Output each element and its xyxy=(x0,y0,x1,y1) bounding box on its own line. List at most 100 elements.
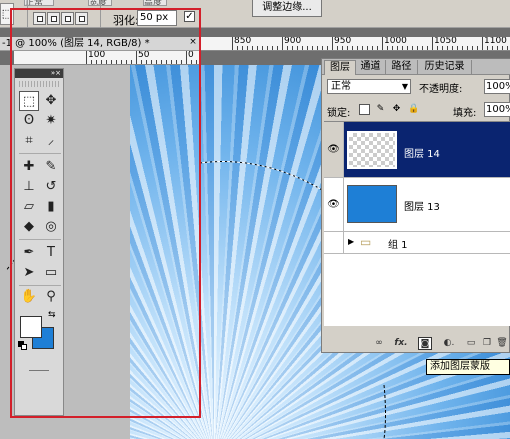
magic-wand-icon[interactable]: ✷ xyxy=(41,111,61,131)
link-icon[interactable]: ∞ xyxy=(372,337,386,350)
rect-marquee-icon[interactable]: ⬚ xyxy=(19,91,39,111)
blur-icon[interactable]: ◆ xyxy=(19,217,39,237)
dodge-icon[interactable]: ◎ xyxy=(41,217,61,237)
ruler-tick xyxy=(472,46,473,50)
divider xyxy=(27,0,28,28)
tab-paths[interactable]: 路径 xyxy=(386,60,418,75)
folder-icon: ▭ xyxy=(360,235,372,249)
tab-history[interactable]: 历史记录 xyxy=(418,60,472,75)
subtract-selection-button[interactable] xyxy=(61,12,74,25)
new-selection-button[interactable] xyxy=(33,12,46,25)
close-icon[interactable]: × xyxy=(188,38,198,48)
quick-mask-toggle[interactable] xyxy=(29,370,49,371)
foreground-color-swatch[interactable] xyxy=(20,316,42,338)
ruler-tick xyxy=(307,46,308,50)
ruler-tick xyxy=(312,46,313,50)
blend-mode-select[interactable]: 正常 ▼ xyxy=(327,79,411,94)
ruler-tick xyxy=(377,46,378,50)
toolbox-header[interactable]: »× xyxy=(15,69,63,78)
add-mask-icon[interactable]: ◙ xyxy=(418,337,432,350)
opacity-input[interactable]: 100% xyxy=(484,79,510,94)
adjustment-icon[interactable]: ◐. xyxy=(442,337,456,350)
healing-brush-icon[interactable]: ✚ xyxy=(19,157,39,177)
type-icon[interactable]: T xyxy=(41,243,61,263)
ruler-tick xyxy=(121,60,122,64)
clone-stamp-icon[interactable]: ⊥ xyxy=(19,177,39,197)
ruler-tick xyxy=(327,46,328,50)
ruler-tick xyxy=(477,46,478,50)
tab-channels[interactable]: 通道 xyxy=(356,60,386,75)
ruler-tick xyxy=(96,60,97,64)
lock-position-icon[interactable]: ✥ xyxy=(391,104,402,115)
layer-row-13[interactable]: 👁 图层 13 xyxy=(324,178,510,232)
layers-panel: 图层 通道 路径 历史记录 正常 ▼ 不透明度: 100% 锁定: ✎ ✥ 🔒 填… xyxy=(321,58,510,353)
intersect-selection-button[interactable] xyxy=(75,12,88,25)
pen-icon[interactable]: ✒ xyxy=(19,243,39,263)
hand-icon[interactable]: ✋ xyxy=(19,287,39,307)
ruler-tick xyxy=(141,60,142,64)
default-colors-icon[interactable] xyxy=(18,341,27,350)
ruler-number: 850 xyxy=(234,37,252,46)
ruler-tick xyxy=(252,46,253,50)
path-select-icon[interactable]: ➤ xyxy=(19,263,39,283)
eye-icon[interactable]: 👁 xyxy=(324,122,344,177)
crop-icon[interactable]: ⌗ xyxy=(19,131,39,151)
swap-colors-icon[interactable]: ⇆ xyxy=(48,310,56,320)
lock-pixels-icon[interactable]: ✎ xyxy=(375,104,386,115)
move-icon[interactable]: ✥ xyxy=(41,91,61,111)
document-tab[interactable]: -1 @ 100% (图层 14, RGB/8) * xyxy=(0,37,200,51)
new-layer-icon[interactable]: ❐ xyxy=(480,337,494,350)
tool-preset-picker[interactable]: ⬚ xyxy=(0,3,14,25)
brush-icon[interactable]: ✎ xyxy=(41,157,61,177)
ruler-tick xyxy=(242,46,243,50)
ruler-tick xyxy=(452,46,453,50)
expand-triangle-icon[interactable]: ▶ xyxy=(348,237,354,246)
lock-all-icon[interactable]: 🔒 xyxy=(408,104,419,115)
antialias-checkbox[interactable]: ✓ xyxy=(184,11,195,22)
ruler-tick xyxy=(156,60,157,64)
toolbox: »× ⬚ ✥ ʘ ✷ ⌗ ⸝ ✚ ✎ ⊥ ↺ ▱ ▮ ◆ ◎ ✒ T ➤ ▭ ✋… xyxy=(14,68,64,416)
group-icon[interactable]: ▭ xyxy=(464,337,478,350)
ruler-tick xyxy=(317,46,318,50)
ruler-tick xyxy=(347,46,348,50)
add-selection-button[interactable] xyxy=(47,12,60,25)
gradient-icon[interactable]: ▮ xyxy=(41,197,61,217)
tooltip: 添加图层蒙版 xyxy=(426,359,510,375)
layer-row-14[interactable]: 👁 图层 14 xyxy=(324,122,510,178)
ruler-number: 1000 xyxy=(384,37,407,46)
eye-icon[interactable]: 👁 xyxy=(324,178,344,231)
ruler-tick xyxy=(277,46,278,50)
divider xyxy=(100,0,101,28)
lasso-icon[interactable]: ʘ xyxy=(19,111,39,131)
ruler-tick xyxy=(427,46,428,50)
ruler-tick xyxy=(337,46,338,50)
history-brush-icon[interactable]: ↺ xyxy=(41,177,61,197)
shape-icon[interactable]: ▭ xyxy=(41,263,61,283)
divider xyxy=(19,153,61,154)
zoom-icon[interactable]: ⚲ xyxy=(41,287,61,307)
fill-input[interactable]: 100% xyxy=(484,102,510,117)
trash-icon[interactable]: 🗑 xyxy=(495,337,509,350)
layer-row-group-1[interactable]: ▶ ▭ 组 1 xyxy=(324,232,510,254)
feather-input[interactable]: 50 px xyxy=(137,10,177,26)
layer-name: 组 1 xyxy=(388,240,408,251)
ruler-tick xyxy=(161,60,162,64)
ruler-tick xyxy=(382,37,383,50)
divider xyxy=(19,239,61,240)
ruler-tick xyxy=(487,46,488,50)
ruler-tick xyxy=(302,46,303,50)
ruler-tick xyxy=(166,60,167,64)
ruler-tick xyxy=(447,46,448,50)
lock-transparency-icon[interactable] xyxy=(359,104,370,115)
tab-layers[interactable]: 图层 xyxy=(324,60,356,75)
divider xyxy=(19,285,61,286)
ruler-number: 100 xyxy=(88,51,106,60)
eye-toggle-empty[interactable] xyxy=(324,232,344,253)
refine-edge-button[interactable]: 调整边缘... xyxy=(252,0,322,17)
ghost-label: 正常 xyxy=(24,0,54,6)
eyedropper-icon[interactable]: ⸝ xyxy=(41,131,61,151)
eraser-icon[interactable]: ▱ xyxy=(19,197,39,217)
ruler-tick xyxy=(136,51,137,64)
toolbox-grip[interactable] xyxy=(19,81,59,87)
fx-icon[interactable]: fx. xyxy=(394,337,408,350)
